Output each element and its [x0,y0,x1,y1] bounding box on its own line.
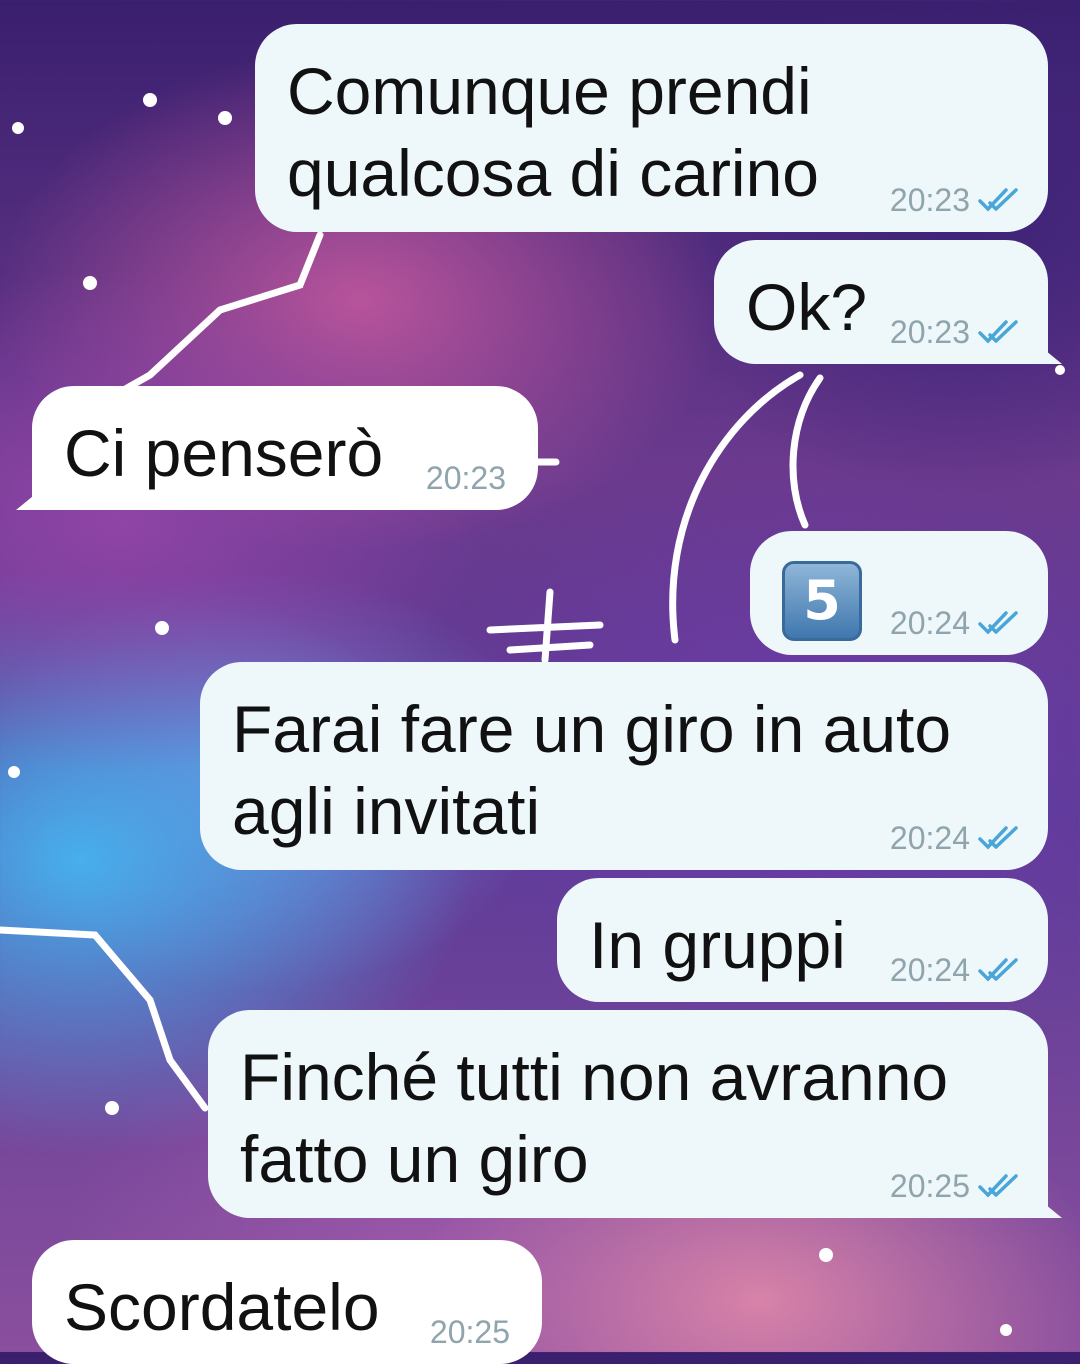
message-bubble-outgoing[interactable]: Ok? 20:23 [714,240,1048,364]
message-meta: 20:23 [890,314,1026,350]
bubble-tail [16,492,38,510]
double-check-icon [978,320,1018,344]
double-check-icon [978,188,1018,212]
double-check-icon [978,826,1018,850]
message-bubble-outgoing[interactable]: Comunque prendi qualcosa di carino 20:23 [255,24,1048,232]
message-time: 20:25 [429,1314,510,1350]
message-bubble-outgoing[interactable]: Farai fare un giro in auto agli invitati… [200,662,1048,870]
message-meta: 20:24 [890,820,1026,856]
message-meta: 20:24 [890,952,1026,988]
keycap-five-icon: 5 [782,561,862,641]
message-bubble-incoming[interactable]: Ci penserò 20:23 [32,386,538,510]
double-check-icon [978,958,1018,982]
message-time: 20:24 [889,820,970,856]
message-time: 20:23 [425,460,506,496]
message-meta: 20:24 [890,605,1026,641]
message-meta: 20:23 [426,460,506,496]
bubble-tail [1040,1200,1062,1218]
message-time: 20:25 [889,1168,970,1204]
message-meta: 20:25 [890,1168,1026,1204]
message-meta: 20:23 [890,182,1026,218]
double-check-icon [978,611,1018,635]
message-time: 20:24 [889,952,970,988]
message-time: 20:23 [889,182,970,218]
message-bubble-outgoing[interactable]: In gruppi 20:24 [557,878,1048,1002]
message-bubble-outgoing[interactable]: Finché tutti non avranno fatto un giro 2… [208,1010,1048,1218]
bubble-tail [1040,346,1062,364]
message-bubble-outgoing[interactable]: 5 20:24 [750,531,1048,655]
message-list: Comunque prendi qualcosa di carino 20:23… [0,0,1080,1364]
message-time: 20:24 [889,605,970,641]
double-check-icon [978,1174,1018,1198]
message-time: 20:23 [889,314,970,350]
message-bubble-incoming[interactable]: Scordatelo 20:25 [32,1240,542,1364]
message-meta: 20:25 [430,1314,510,1350]
